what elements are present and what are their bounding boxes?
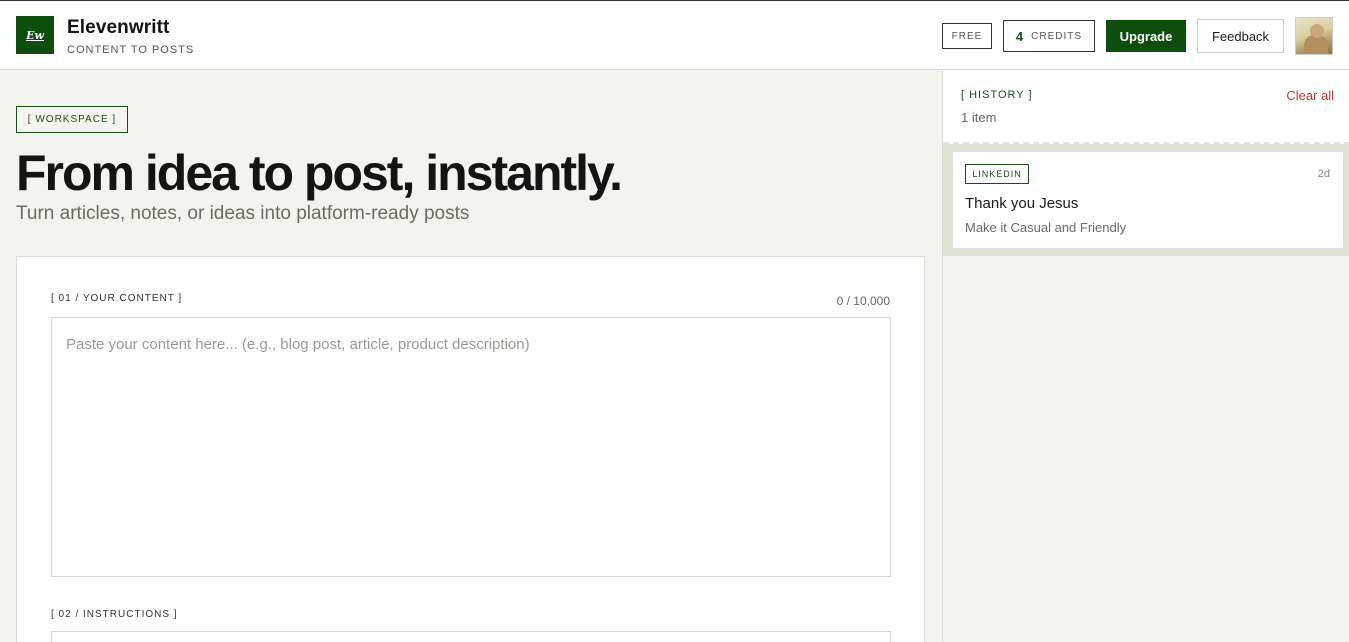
- logo-text: Ew: [26, 28, 44, 42]
- page-subtitle: Turn articles, notes, or ideas into plat…: [16, 203, 470, 224]
- avatar-figure: [1304, 35, 1328, 54]
- upgrade-button[interactable]: Upgrade: [1106, 20, 1186, 52]
- history-list: LINKEDIN 2d Thank you Jesus Make it Casu…: [943, 144, 1349, 256]
- brand-tagline: CONTENT TO POSTS: [67, 44, 195, 56]
- history-count: 1 item: [961, 110, 997, 125]
- content-field-label: [ 01 / YOUR CONTENT ]: [51, 293, 183, 304]
- page-title: From idea to post, instantly.: [16, 145, 623, 201]
- credits-count: 4: [1015, 28, 1024, 44]
- clear-all-button[interactable]: Clear all: [1286, 88, 1334, 103]
- plan-badge: FREE: [942, 23, 992, 49]
- brand-logo-icon[interactable]: Ew: [16, 16, 54, 54]
- history-item-title: Thank you Jesus: [965, 195, 1079, 212]
- instructions-input[interactable]: [51, 631, 891, 642]
- credits-badge: 4 CREDITS: [1003, 20, 1095, 52]
- brand-name: Elevenwritt: [67, 17, 170, 38]
- content-input[interactable]: [51, 317, 891, 577]
- compose-card: [ 01 / YOUR CONTENT ] 0 / 10,000 [ 02 / …: [16, 256, 925, 642]
- user-avatar[interactable]: [1295, 17, 1333, 55]
- history-tag: [ HISTORY ]: [961, 89, 1033, 101]
- feedback-button[interactable]: Feedback: [1197, 19, 1284, 53]
- history-item-age: 2d: [1317, 168, 1330, 180]
- history-sidebar: [ HISTORY ] 1 item Clear all LINKEDIN 2d…: [942, 70, 1349, 642]
- history-header: [ HISTORY ] 1 item Clear all: [943, 70, 1349, 144]
- credits-label: CREDITS: [1031, 30, 1083, 42]
- history-item[interactable]: LINKEDIN 2d Thank you Jesus Make it Casu…: [953, 152, 1343, 248]
- avatar-head: [1310, 24, 1324, 38]
- history-item-subtitle: Make it Casual and Friendly: [965, 220, 1127, 235]
- character-counter: 0 / 10,000: [836, 294, 890, 308]
- instructions-field-label: [ 02 / INSTRUCTIONS ]: [51, 609, 178, 620]
- workspace-tag: [ WORKSPACE ]: [16, 106, 128, 133]
- top-bar: Ew Elevenwritt CONTENT TO POSTS FREE 4 C…: [0, 0, 1349, 70]
- platform-badge: LINKEDIN: [965, 164, 1029, 184]
